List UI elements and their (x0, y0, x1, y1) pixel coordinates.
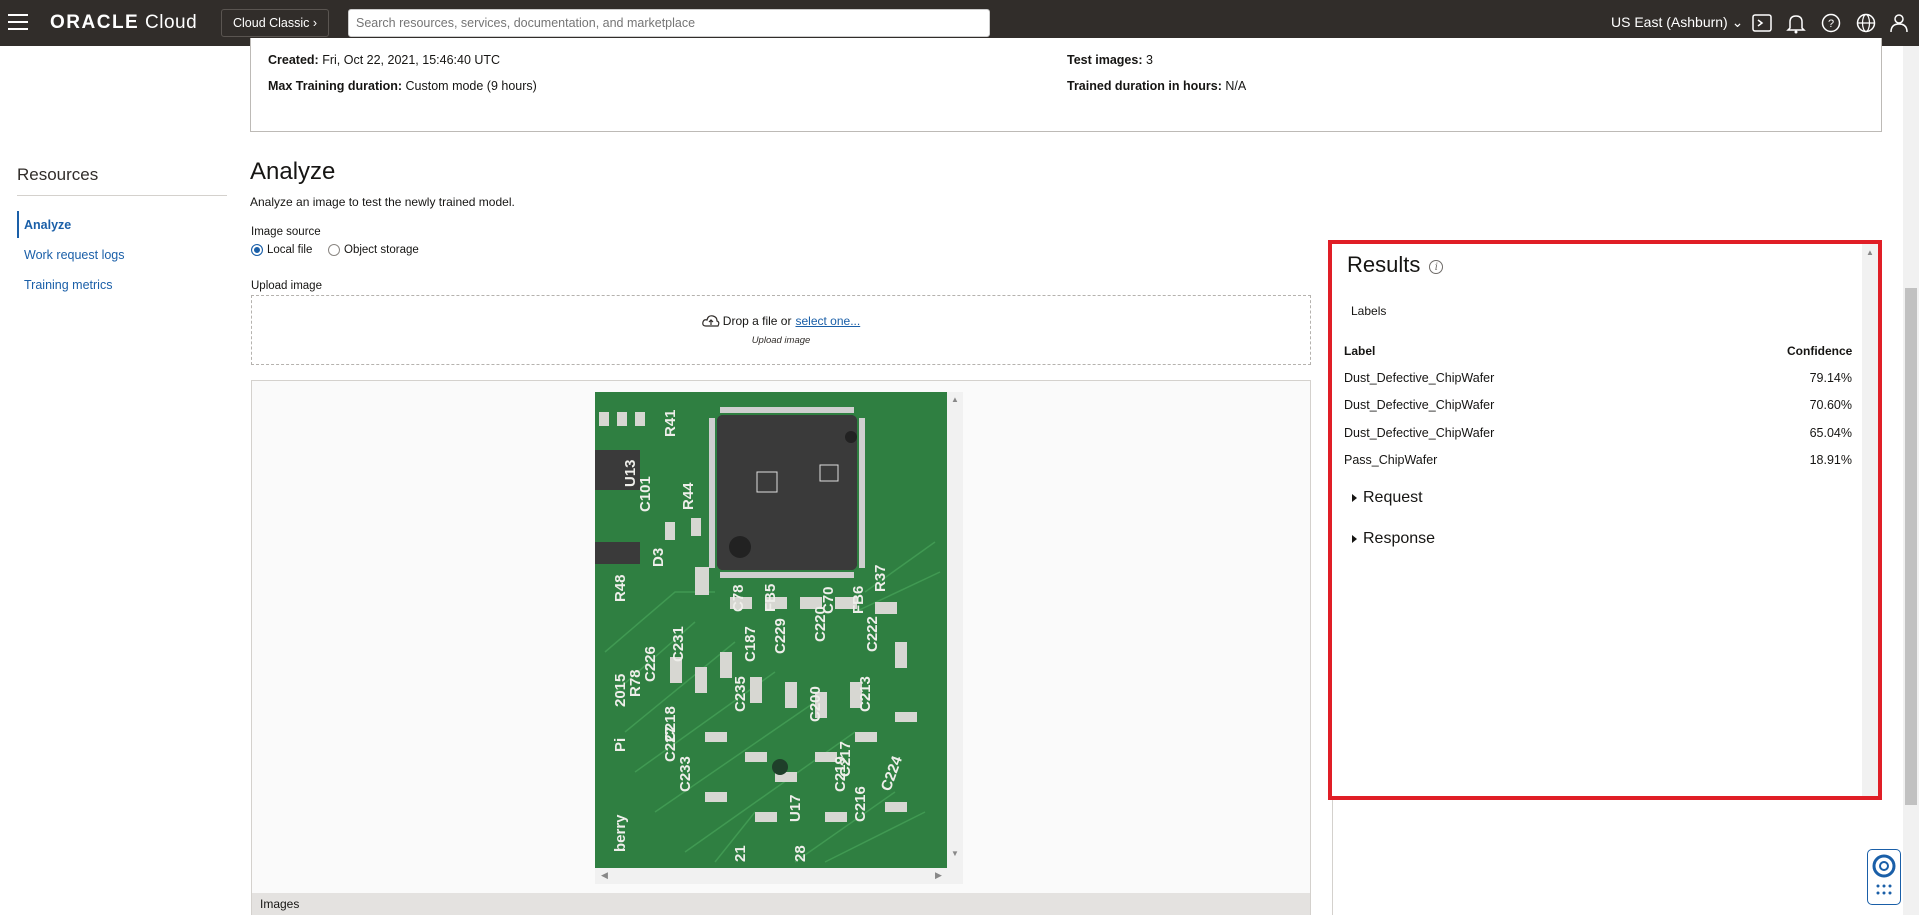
sidebar-item-training-metrics[interactable]: Training metrics (24, 278, 112, 292)
images-tab[interactable]: Images (252, 893, 1310, 915)
pcb-silkscreen-label: C233 (677, 756, 694, 792)
pcb-silkscreen-label: D3 (650, 548, 667, 567)
results-title: Results i (1347, 252, 1444, 278)
pcb-silkscreen-label: R48 (612, 574, 629, 602)
table-row: Pass_ChipWafer 18.91% (1344, 453, 1852, 467)
notifications-bell-icon[interactable] (1785, 12, 1807, 34)
region-label: US East (Ashburn) (1611, 14, 1728, 30)
upload-hint: Upload image (751, 335, 811, 346)
cloud-shell-icon[interactable] (1751, 12, 1773, 34)
pcb-silkscreen-label: Pi (612, 738, 629, 752)
resources-title: Resources (17, 165, 99, 184)
pcb-silkscreen-label: C229 (772, 618, 789, 654)
sidebar-item-work-request-logs[interactable]: Work request logs (24, 248, 125, 262)
pcb-silkscreen-label: R44 (680, 482, 697, 510)
results-scrollbar[interactable]: ▲ (1862, 244, 1878, 796)
pcb-silkscreen-label: 2015 (612, 674, 629, 707)
pcb-silkscreen-label: FB6 (850, 586, 867, 614)
image-preview-panel: U13 R41 C101 R44 D3 C78 FB5 C70 FB6 R48 C231 C187 C2… (251, 380, 1311, 915)
pcb-silkscreen-label: FB5 (762, 584, 779, 612)
pcb-silkscreen-label: C220 (812, 606, 829, 642)
model-details-card: Created: Fri, Oct 22, 2021, 15:46:40 UTC… (250, 38, 1882, 132)
radio-unchecked-icon (328, 244, 340, 256)
radio-local-file[interactable]: Local file (251, 244, 312, 256)
lifebuoy-icon (1872, 854, 1896, 895)
select-file-link[interactable]: select one... (795, 314, 860, 328)
page-scrollbar-thumb[interactable] (1905, 288, 1917, 805)
pcb-silkscreen-label: C217 (837, 741, 854, 777)
scroll-up-arrow-icon[interactable]: ▲ (1862, 248, 1878, 257)
pcb-silkscreen-label: C200 (807, 686, 824, 722)
image-vertical-scrollbar[interactable]: ▲ ▼ (947, 392, 963, 868)
pcb-silkscreen-label: C216 (852, 786, 869, 822)
radio-object-storage[interactable]: Object storage (328, 244, 419, 256)
request-expander[interactable]: Request (1352, 489, 1423, 507)
caret-right-icon (1352, 535, 1357, 543)
labels-tab[interactable]: Labels (1351, 304, 1386, 318)
created-row: Created: Fri, Oct 22, 2021, 15:46:40 UTC (268, 53, 501, 67)
column-header-confidence: Confidence (1787, 344, 1853, 358)
table-row: Dust_Defective_ChipWafer 79.14% (1344, 371, 1852, 385)
pcb-silkscreen-label: 28 (792, 845, 809, 862)
cloud-classic-label: Cloud Classic (233, 16, 310, 30)
divider (17, 195, 227, 196)
pcb-silkscreen-label: R41 (662, 409, 679, 437)
info-icon[interactable]: i (1429, 260, 1444, 274)
response-expander[interactable]: Response (1352, 530, 1435, 548)
pcb-silkscreen-label: C218 (662, 706, 679, 742)
circuit-board-image: U13 R41 C101 R44 D3 C78 FB5 C70 FB6 R48 C231 C187 C2… (595, 392, 947, 868)
caret-right-icon (1352, 494, 1357, 502)
scroll-right-arrow-icon[interactable]: ▶ (935, 870, 942, 881)
pcb-silkscreen-label: C187 (742, 626, 759, 662)
pcb-silkscreen-label: C213 (857, 676, 874, 712)
brand-cloud-text: Cloud (145, 12, 198, 33)
oracle-cloud-logo[interactable]: ORACLE Cloud (50, 12, 197, 34)
language-globe-icon[interactable] (1855, 12, 1877, 34)
pcb-silkscreen-label: C235 (732, 676, 749, 712)
chevron-down-icon: ⌄ (1731, 14, 1744, 30)
column-header-label: Label (1344, 344, 1376, 358)
upload-dropzone[interactable]: Drop a file or select one... Upload imag… (251, 295, 1311, 365)
pcb-silkscreen-label: R37 (872, 564, 889, 592)
help-lifebuoy-button[interactable] (1867, 849, 1901, 905)
sidebar-item-analyze[interactable]: Analyze (24, 218, 71, 232)
page-title: Analyze (250, 158, 336, 185)
image-source-label: Image source (251, 226, 321, 238)
analyze-description: Analyze an image to test the newly train… (250, 195, 515, 209)
upload-image-label: Upload image (251, 280, 322, 292)
brand-oracle-text: ORACLE (50, 12, 140, 33)
max-training-row: Max Training duration: Custom mode (9 ho… (268, 79, 537, 93)
pcb-silkscreen-label: C231 (670, 626, 687, 662)
scroll-up-arrow-icon[interactable]: ▲ (947, 395, 963, 404)
pcb-silkscreen-label: R78 (627, 669, 644, 697)
results-panel: Results i Labels Label Confidence Dust_D… (1328, 240, 1882, 800)
active-indicator (17, 211, 19, 238)
pcb-silkscreen-label: U17 (787, 794, 804, 822)
user-profile-icon[interactable] (1888, 12, 1910, 34)
table-row: Dust_Defective_ChipWafer 65.04% (1344, 426, 1852, 440)
pcb-silkscreen-label: C222 (864, 616, 881, 652)
pcb-silkscreen-label: C226 (642, 646, 659, 682)
test-images-row: Test images: 3 (1067, 53, 1153, 67)
menu-icon[interactable] (8, 14, 28, 30)
cloud-classic-button[interactable]: Cloud Classic › (221, 9, 330, 37)
svg-text:?: ? (1828, 18, 1834, 30)
help-question-icon[interactable]: ? (1820, 12, 1842, 34)
pcb-silkscreen-label: C101 (637, 476, 654, 512)
pcb-silkscreen-label: C78 (730, 584, 747, 612)
scroll-left-arrow-icon[interactable]: ◀ (601, 870, 608, 881)
table-row: Dust_Defective_ChipWafer 70.60% (1344, 398, 1852, 412)
image-horizontal-scrollbar[interactable]: ◀ ▶ (595, 868, 963, 884)
search-input[interactable] (348, 9, 990, 37)
radio-checked-icon (251, 244, 263, 256)
chevron-right-icon: › (312, 16, 318, 30)
region-selector[interactable]: US East (Ashburn) ⌄ (1611, 14, 1743, 31)
cloud-upload-icon (701, 315, 720, 327)
scroll-down-arrow-icon[interactable]: ▼ (947, 849, 963, 858)
trained-duration-row: Trained duration in hours: N/A (1067, 79, 1247, 93)
drop-text: Drop a file or (722, 314, 792, 328)
pcb-silkscreen-label: berry (612, 814, 629, 852)
pcb-graphic: U13R41C101 R44D3C78 FB5 C70 FB6R48C231 C187 C2… (595, 392, 947, 868)
pcb-silkscreen-label: 21 (732, 845, 749, 862)
